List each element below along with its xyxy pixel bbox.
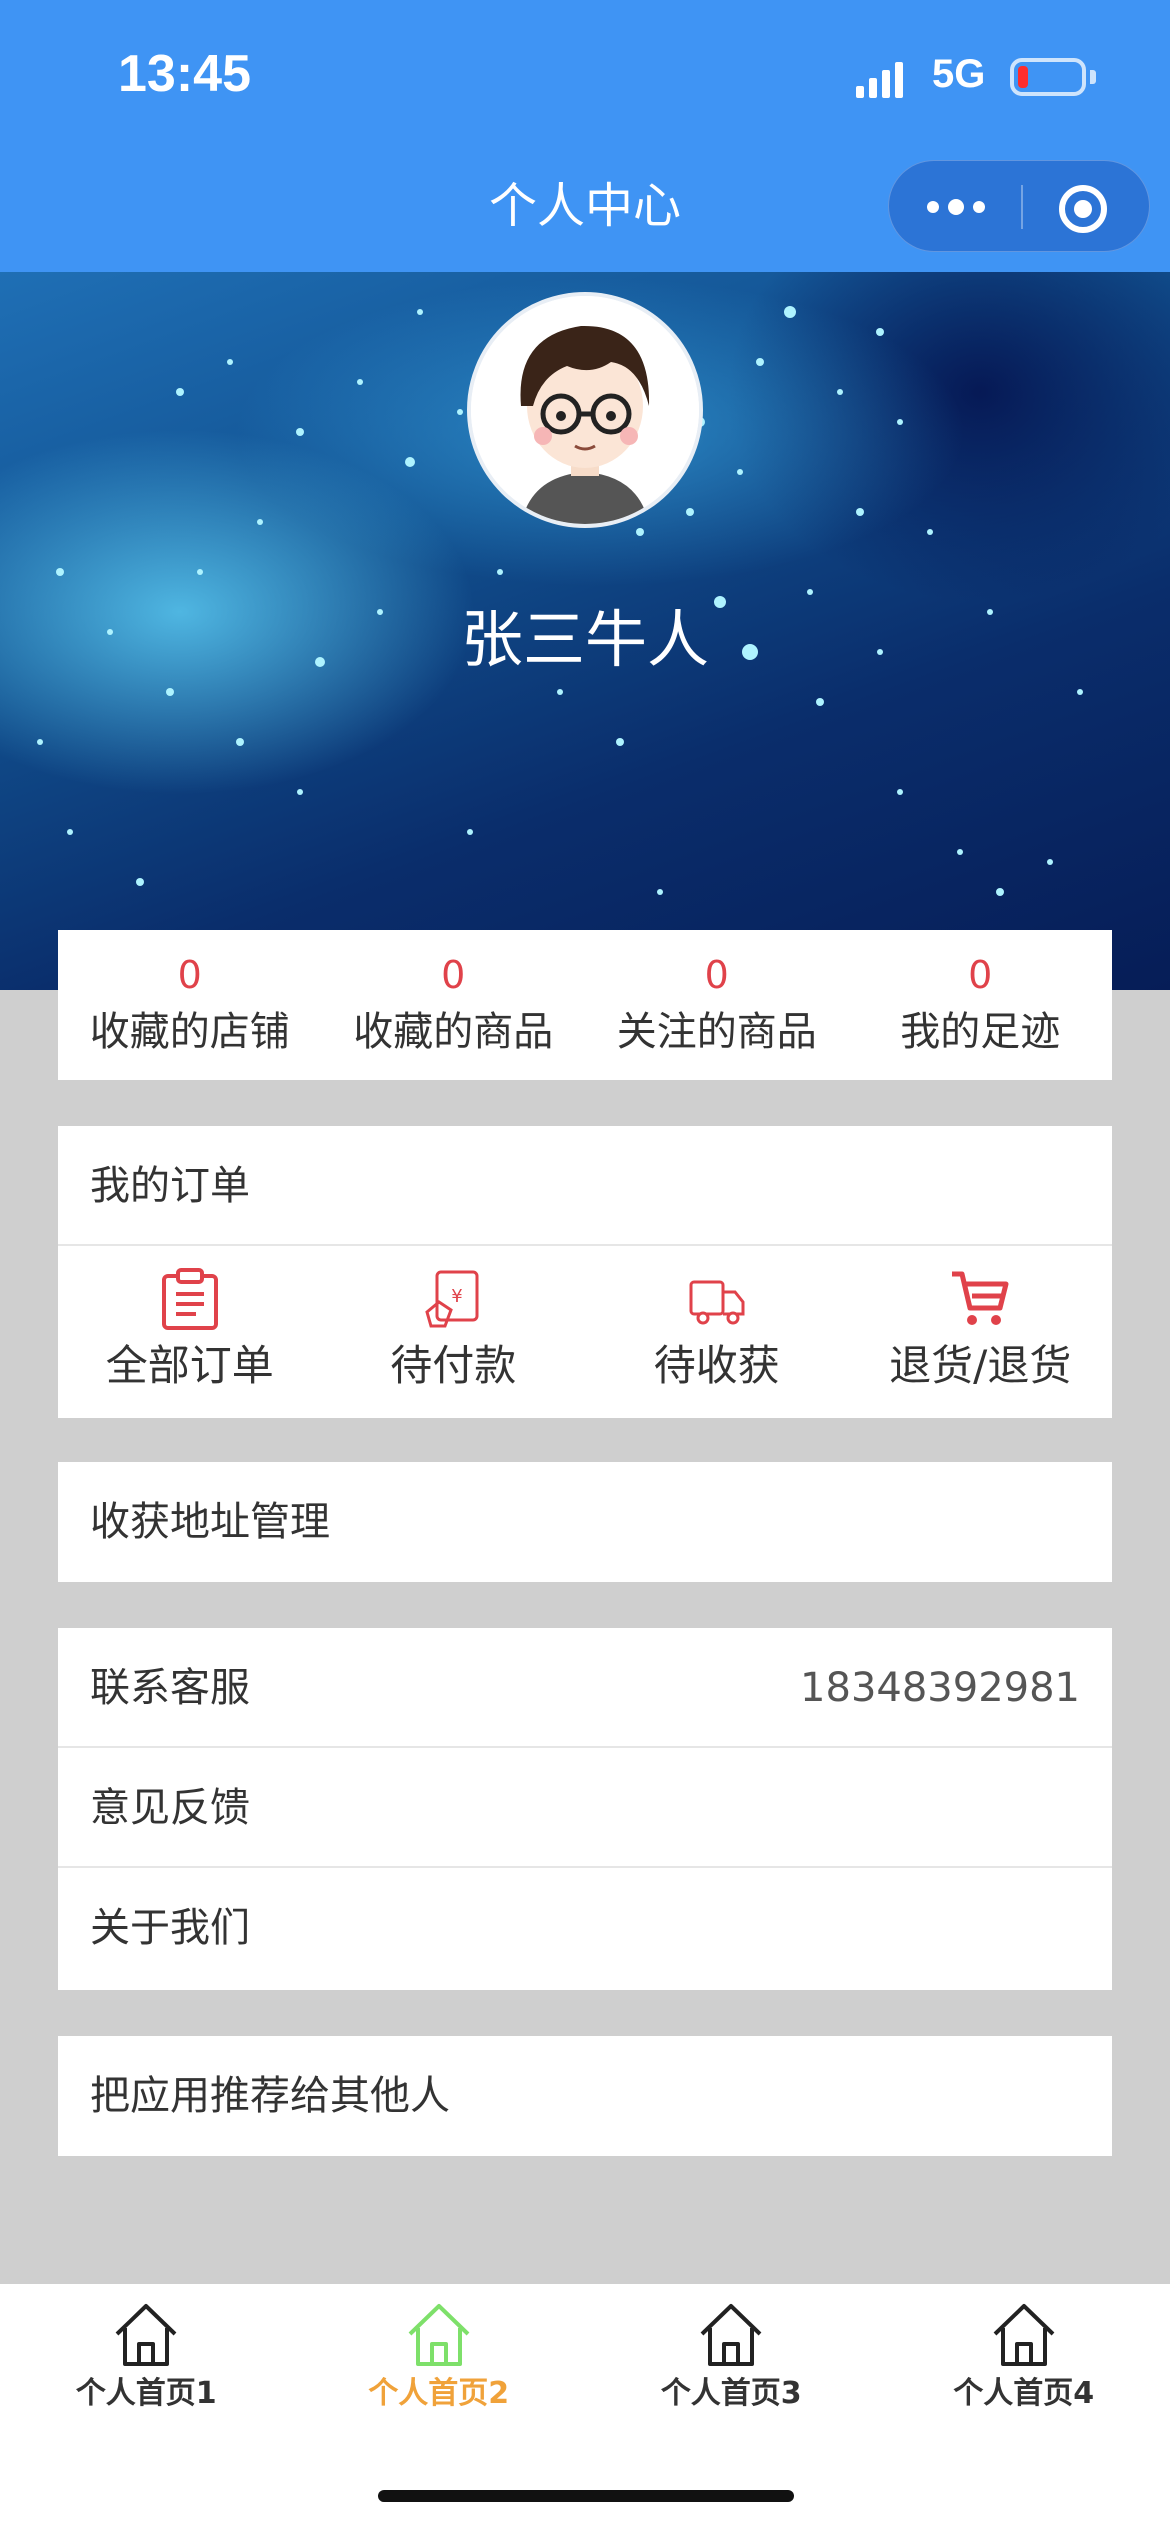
stat-label: 收藏的店铺 [89, 1009, 290, 1055]
tab-home-1[interactable]: 个人首页1 [0, 2284, 293, 2424]
tab-label: 个人首页2 [368, 2376, 510, 2411]
home-indicator[interactable] [378, 2490, 794, 2502]
home-icon [115, 2304, 177, 2366]
order-label: 全部订单 [105, 1341, 274, 1390]
signal-icon [856, 62, 903, 98]
address-card: 收获地址管理 [58, 1462, 1112, 1582]
orders-card: 我的订单 全部订单 ¥ 待付款 待收获 退货/退货 [58, 1126, 1112, 1418]
more-icon[interactable] [913, 179, 999, 235]
order-pending-payment-button[interactable]: ¥ 待付款 [322, 1246, 586, 1416]
row-label: 联系客服 [90, 1665, 250, 1711]
tab-home-3[interactable]: 个人首页3 [585, 2284, 878, 2424]
home-icon [993, 2304, 1055, 2366]
battery-tip [1090, 70, 1096, 84]
stat-favorite-shops[interactable]: 0 收藏的店铺 [58, 930, 322, 1080]
support-card: 联系客服 18348392981 意见反馈 关于我们 [58, 1628, 1112, 1990]
stat-label: 收藏的商品 [353, 1009, 554, 1055]
order-label: 待付款 [390, 1341, 517, 1390]
recommend-app-row[interactable]: 把应用推荐给其他人 [58, 2036, 1112, 2156]
stat-label: 我的足迹 [900, 1009, 1061, 1055]
my-orders-header[interactable]: 我的订单 [58, 1126, 1112, 1246]
tab-home-2[interactable]: 个人首页2 [293, 2284, 586, 2424]
profile-name: 张三牛人 [460, 603, 709, 676]
address-management-row[interactable]: 收获地址管理 [58, 1462, 1112, 1582]
tab-home-4[interactable]: 个人首页4 [878, 2284, 1170, 2424]
truck-icon [689, 1280, 745, 1325]
order-label: 退货/退货 [889, 1341, 1072, 1390]
order-label: 待收获 [653, 1341, 780, 1390]
tab-label: 个人首页4 [953, 2376, 1095, 2411]
home-icon [700, 2304, 762, 2366]
tab-label: 个人首页1 [75, 2376, 217, 2411]
avatar[interactable] [467, 292, 703, 528]
order-all-button[interactable]: 全部订单 [58, 1246, 322, 1416]
close-target-icon[interactable] [1057, 183, 1109, 235]
contact-service-row[interactable]: 联系客服 18348392981 [58, 1628, 1112, 1748]
stat-count: 0 [968, 953, 993, 997]
row-label: 意见反馈 [90, 1785, 250, 1831]
stats-card: 0 收藏的店铺 0 收藏的商品 0 关注的商品 0 我的足迹 [58, 930, 1112, 1080]
cartoon-avatar-icon [471, 296, 699, 524]
contact-phone: 18348392981 [800, 1665, 1080, 1711]
stat-followed-products[interactable]: 0 关注的商品 [585, 930, 849, 1080]
stat-count: 0 [704, 953, 729, 997]
stat-footprints[interactable]: 0 我的足迹 [849, 930, 1113, 1080]
battery-icon [1010, 58, 1086, 96]
clipboard-icon [161, 1268, 218, 1330]
stat-count: 0 [177, 953, 202, 997]
tab-label: 个人首页3 [660, 2376, 802, 2411]
svg-text:¥: ¥ [452, 1286, 463, 1307]
order-return-button[interactable]: 退货/退货 [849, 1246, 1113, 1416]
row-label: 收获地址管理 [90, 1499, 330, 1545]
top-bar: 13:45 5G 个人中心 [0, 0, 1170, 272]
payment-icon: ¥ [425, 1270, 479, 1328]
stat-label: 关注的商品 [616, 1009, 817, 1055]
order-pending-receipt-button[interactable]: 待收获 [585, 1246, 849, 1416]
home-icon [408, 2304, 470, 2366]
row-label: 把应用推荐给其他人 [90, 2073, 450, 2119]
feedback-row[interactable]: 意见反馈 [58, 1748, 1112, 1868]
recommend-card: 把应用推荐给其他人 [58, 2036, 1112, 2156]
cart-icon [952, 1271, 1009, 1325]
status-time: 13:45 [118, 45, 251, 103]
about-us-row[interactable]: 关于我们 [58, 1868, 1112, 1988]
capsule-divider [1021, 185, 1023, 229]
stat-favorite-products[interactable]: 0 收藏的商品 [322, 930, 586, 1080]
stat-count: 0 [441, 953, 466, 997]
miniprogram-capsule [888, 160, 1150, 252]
row-label: 关于我们 [90, 1905, 250, 1951]
network-type: 5G [932, 52, 986, 96]
